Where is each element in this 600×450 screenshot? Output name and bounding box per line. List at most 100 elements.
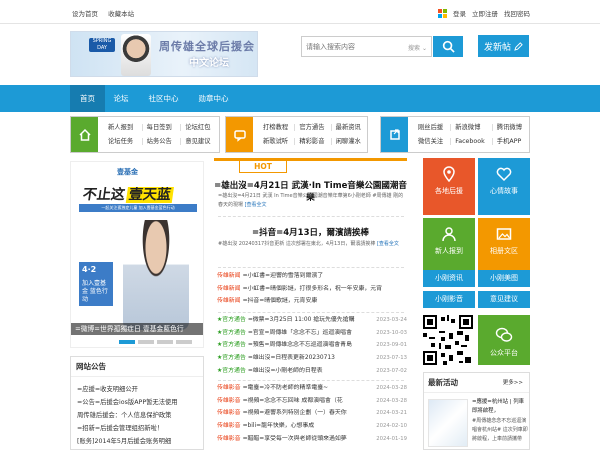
news-date: 2023-03-24 <box>373 314 407 327</box>
slide-dot[interactable] <box>138 340 154 344</box>
quick-link[interactable]: 刚丝后援 <box>414 124 452 131</box>
news-item[interactable]: 传雄新闻 =小虹書=迎響的雪落到爾濱了 <box>217 270 407 283</box>
tile-backing[interactable]: 各地后援 <box>423 158 475 215</box>
banner-caption[interactable]: =微博=世界孤獨症日 壹基金藍色行 <box>71 323 203 335</box>
news-item[interactable]: 传雄新闻 =小虹書=晴個影謎，打很多形名，祝一年安康，元宵 <box>217 283 407 296</box>
news-text: =視頻=避響系列特別企劃（一）春天你 <box>242 410 347 417</box>
bookmark-link[interactable]: 收藏本站 <box>108 10 134 18</box>
tile-info[interactable]: 小刚资讯 <box>423 270 475 287</box>
hot-summary: =雄出沒=4月21日 武漢 In Time音樂公園國潮音樂年華第6小剛老師 #周… <box>218 192 404 210</box>
tile-album[interactable]: 相册文区 <box>478 218 530 273</box>
hot-headline[interactable]: =抖音=4月13日，爾濱請挨棒 <box>214 226 407 238</box>
tile-newbie[interactable]: 新人报到 <box>423 218 475 273</box>
news-date: 2024-03-21 <box>373 407 407 421</box>
tile-public-platform[interactable]: 公众平台 <box>478 315 530 365</box>
map-pin-icon <box>443 166 455 182</box>
tile-mood[interactable]: 心情故事 <box>478 158 530 215</box>
news-item[interactable]: 传雄影音 =電臺=冷不防老師的精準電臺~ 2024-03-28 <box>217 382 407 395</box>
quick-link[interactable]: 论坛任务 <box>104 138 143 145</box>
quick-link[interactable]: 最新资讯 <box>332 124 367 131</box>
new-post-button[interactable]: 发新帖 <box>478 35 529 57</box>
banner-strip: 一起关注孤独症儿童 加入壹基金蓝色行动 <box>79 204 197 212</box>
quick-link[interactable]: 微信关注 <box>414 138 452 145</box>
announcement-item[interactable]: =招新=后援会管理组招新啦！ <box>77 422 203 435</box>
quick-link[interactable]: 新浪微博 <box>451 124 493 131</box>
site-logo[interactable]: SPRING DAY 周传雄全球后援会 中文论坛 <box>70 31 258 77</box>
news-date: 2023-07-13 <box>373 352 407 365</box>
official-list: ★官方通告 =微票=3月25日 11:00 搶玩先優先搶購 2023-03-24 ★… <box>217 314 407 378</box>
slide-dot[interactable] <box>157 340 173 344</box>
nav-medals[interactable]: 勋章中心 <box>191 85 236 112</box>
tile-label: 各地后援 <box>435 187 463 195</box>
news-text: =抖音=晴個歌謎，元宵安康 <box>242 298 318 305</box>
news-tag: ★官方通告 <box>217 355 246 362</box>
search-scope-dropdown[interactable]: 搜索 ⌄ <box>408 43 427 52</box>
quick-link[interactable]: 新歌试听 <box>259 138 296 145</box>
announcement-item[interactable]: =应援=收支明细公开 <box>77 383 203 396</box>
quick-link[interactable]: 论坛红包 <box>181 124 219 131</box>
news-item[interactable]: ★官方通告 =微票=3月25日 11:00 搶玩先優先搶購 2023-03-24 <box>217 314 407 327</box>
nav-forum[interactable]: 论坛 <box>106 85 136 112</box>
news-item[interactable]: 传雄影音 =醋醋=享受每一次與老師從頭來過如夢 2024-01-19 <box>217 432 407 446</box>
news-text: =預售=周傳雄念念不忘巡迴演唱會青島 <box>247 342 352 349</box>
news-item[interactable]: 传雄影音 =視頻=避響系列特別企劃（一）春天你 2024-03-21 <box>217 407 407 421</box>
quick-link[interactable]: 新人报到 <box>104 124 143 131</box>
tile-video[interactable]: 小刚影音 <box>423 291 475 308</box>
hot-tag: HOT <box>239 161 287 173</box>
news-item[interactable]: 传雄影音 =bili=龍年快樂，心想事成 2024-02-10 <box>217 420 407 433</box>
news-text: =官宣=周傳雄「念念不忘」巡迴演唱會 <box>247 329 352 336</box>
quick-link[interactable]: 意见建议 <box>181 138 219 145</box>
quick-link[interactable]: Facebook <box>451 138 493 145</box>
announcement-item[interactable]: 周传雄后援会：个人信息保护政策 <box>77 409 203 422</box>
news-tag: ★官方通告 <box>217 317 246 323</box>
set-homepage-link[interactable]: 设为首页 <box>72 10 98 18</box>
qr-code <box>423 315 473 365</box>
read-more-link[interactable]: [查看全文 <box>377 241 399 247</box>
news-item[interactable]: 传雄新闻 =抖音=晴個歌謎，元宵安康 <box>217 295 407 308</box>
news-tag: ★官方通告 <box>217 367 246 374</box>
top-bar: 设为首页 收藏本站 登录 立即注册 找回密码 <box>0 0 600 24</box>
announcement-item[interactable]: [账务]2014年5月后援会账务明细 <box>77 435 203 448</box>
quick-link[interactable]: 腾讯微博 <box>493 124 529 131</box>
main-nav: 首页 论坛 社区中心 勋章中心 <box>0 85 600 112</box>
read-more-link[interactable]: [查看全文 <box>245 202 267 208</box>
login-link[interactable]: 登录 <box>453 8 466 18</box>
register-link[interactable]: 立即注册 <box>472 8 498 18</box>
slide-dot[interactable] <box>119 340 135 344</box>
activity-desc: #周傳雄念念不忘巡迴演唱會杭州站# 這次列車即將啟程，上車前請攜帶 <box>472 417 528 443</box>
news-item[interactable]: 传雄影音 =視頻=念念不忘回味 成都演唱會（花 2024-03-28 <box>217 394 407 408</box>
news-tag: 传雄新闻 <box>217 298 241 305</box>
news-item[interactable]: ★官方通告 =官宣=周傳雄「念念不忘」巡迴演唱會 2023-10-03 <box>217 326 407 340</box>
tile-suggest[interactable]: 意见建议 <box>478 291 530 308</box>
banner-slogan-b: 壹天蓝 <box>125 187 174 203</box>
quick-link[interactable]: 精彩影音 <box>295 138 332 145</box>
search-input[interactable] <box>302 37 398 56</box>
search-button[interactable] <box>433 36 463 57</box>
slideshow-banner[interactable]: 壹基金 不止这 壹天蓝 一起关注孤独症儿童 加入壹基金蓝色行动 4·2 加入壹基金… <box>70 161 204 348</box>
announcement-item[interactable]: =公告=后援会ios版APP暂无法使用 <box>77 396 203 409</box>
forgot-password-link[interactable]: 找回密码 <box>504 8 530 18</box>
quick-link[interactable]: 官方通告 <box>295 124 332 131</box>
quick-link[interactable]: 每日签到 <box>143 124 182 131</box>
news-date: 2024-01-19 <box>373 432 407 446</box>
quick-link[interactable]: 站务公告 <box>143 138 182 145</box>
nav-home[interactable]: 首页 <box>70 85 105 112</box>
activity-text: =應援=杭州站 | 列車即將啟程， #周傳雄念念不忘巡迴演唱會杭州站# 這次列車… <box>472 398 528 444</box>
activity-headline[interactable]: =應援=杭州站 | 列車即將啟程， <box>472 399 524 414</box>
news-text: =雄出沒=小剛老師的日程表 <box>247 367 323 374</box>
tile-art[interactable]: 小刚美图 <box>478 270 530 287</box>
quick-link[interactable]: 闲聊灌水 <box>332 138 367 145</box>
quick-link[interactable]: 打榜教程 <box>259 124 296 131</box>
activity-thumbnail[interactable] <box>428 399 468 447</box>
news-item[interactable]: ★官方通告 =雄出沒=小剛老師的日程表 2023-07-02 <box>217 364 407 378</box>
news-item[interactable]: ★官方通告 =雄出沒=日程表更新20230713 2023-07-13 <box>217 352 407 365</box>
tile-label: 新人报到 <box>435 247 463 255</box>
more-link[interactable]: 更多>> <box>503 373 523 393</box>
news-tag: 传雄新闻 <box>217 273 241 279</box>
quick-link[interactable]: 手机APP <box>493 138 529 145</box>
slide-dot[interactable] <box>176 340 192 344</box>
banner-slogan-a: 不止这 <box>81 187 126 203</box>
news-item[interactable]: ★官方通告 =預售=周傳雄念念不忘巡迴演唱會青島 2023-09-01 <box>217 339 407 353</box>
nav-community[interactable]: 社区中心 <box>141 85 186 112</box>
news-text: =微票=3月25日 11:00 搶玩先優先搶購 <box>247 317 355 323</box>
